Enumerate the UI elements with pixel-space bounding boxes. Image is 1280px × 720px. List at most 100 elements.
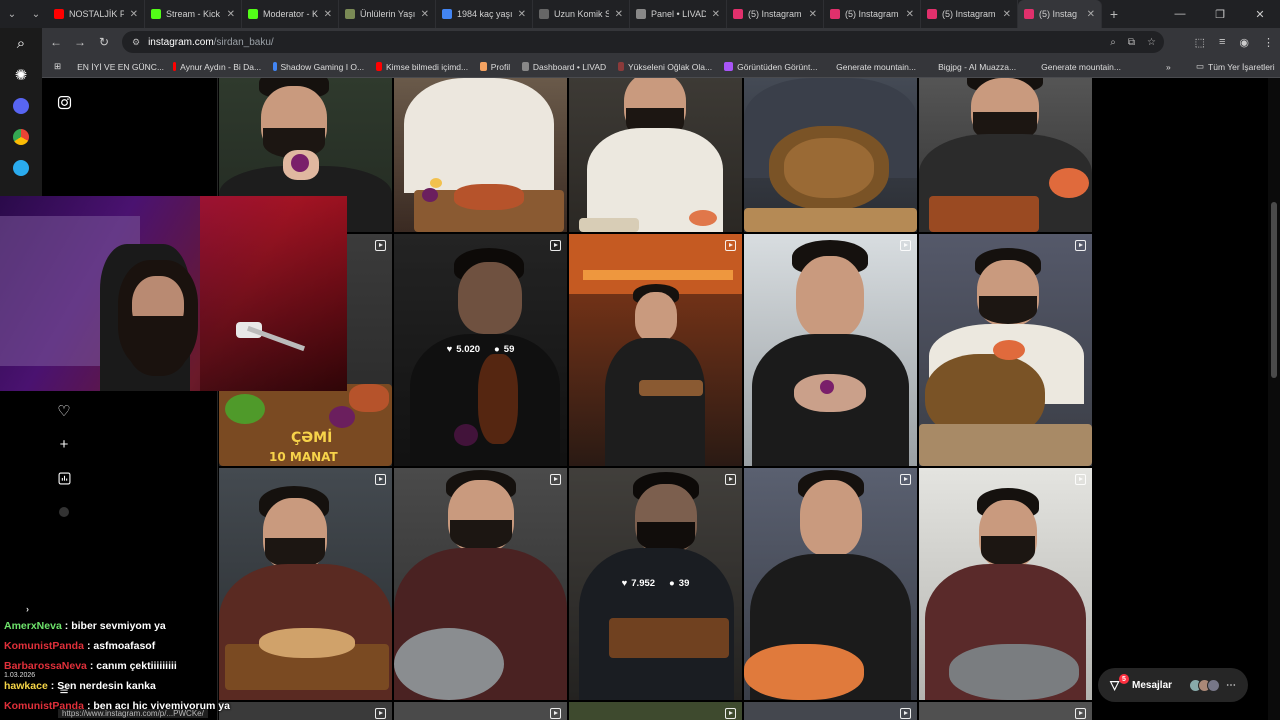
stream-chat: › AmerxNeva: biber sevmiyom ya KomunistPa… [0, 602, 260, 720]
chrome-icon[interactable] [0, 121, 42, 152]
tab-close-icon[interactable]: ✕ [518, 9, 526, 20]
browser-tab[interactable]: Uzun Komik S ✕ [533, 0, 630, 28]
messages-button[interactable]: ▽ 5 Mesajlar ⋯ [1098, 668, 1248, 702]
overlay-cami-text: ÇƏMİ [291, 430, 333, 446]
discord-icon[interactable] [0, 90, 42, 121]
bookmark-item[interactable]: Aynur Aydın - Bi Da... [167, 62, 267, 72]
post-tile[interactable] [919, 234, 1092, 466]
browser-tab[interactable]: Ünlülerin Yaşı ✕ [339, 0, 436, 28]
profile-avatar[interactable]: ◉ [1239, 36, 1249, 49]
reel-icon [375, 474, 386, 485]
telegram-icon[interactable] [0, 152, 42, 183]
tab-close-icon[interactable]: ✕ [130, 9, 138, 20]
reel-icon [550, 474, 561, 485]
tab-overflow-icon[interactable]: ⌄ [24, 0, 48, 28]
bookmark-item[interactable]: Generate mountain... [830, 62, 932, 72]
post-tile-hovered[interactable]: ♥ 7.952 ● 39 [569, 468, 742, 700]
tab-search-icon[interactable]: ⌄ [0, 0, 24, 28]
site-info-icon[interactable]: ⚙ [132, 37, 140, 48]
tab-close-icon[interactable]: ✕ [421, 9, 429, 20]
like-count: 5.020 [456, 344, 481, 355]
instagram-logo-icon[interactable] [54, 92, 74, 112]
bookmark-item[interactable]: EN İYİ VE EN GÜNC... [67, 62, 167, 72]
address-bar[interactable]: ⚙ instagram.com/sirdan_baku/ ⌕ ⧉ ☆ [122, 31, 1164, 53]
maximize-icon[interactable]: ❐ [1200, 0, 1240, 28]
tab-strip: ⌄ ⌄ NOSTALJİK Pl ✕ Stream - Kick ✕ Moderator… [0, 0, 1280, 28]
post-tile[interactable] [919, 468, 1092, 700]
post-tile[interactable] [744, 234, 917, 466]
bookmark-item[interactable]: Bigjpg - AI Muazza... [932, 62, 1035, 72]
browser-tab[interactable]: Panel • LIVAD ✕ [630, 0, 727, 28]
bookmark-item[interactable]: Profil [474, 62, 516, 72]
new-tab-button[interactable]: + [1102, 0, 1126, 28]
bookmark-item[interactable]: Kimse bilmedi içimd... [370, 62, 474, 72]
install-icon[interactable]: ⧉ [1128, 37, 1135, 48]
bookmark-item[interactable]: Shadow Gaming I O... [267, 62, 370, 72]
chat-date: 1.03.2026 [4, 672, 36, 679]
reel-icon [1075, 708, 1086, 719]
tab-title: 1984 kaç yaşın [457, 9, 512, 19]
close-window-icon[interactable]: ✕ [1240, 0, 1280, 28]
bookmark-item[interactable]: Generate mountain... [1035, 62, 1131, 72]
post-tile[interactable] [569, 702, 742, 720]
notifications-heart-icon[interactable]: ♡ [54, 401, 74, 421]
window-controls: — ❐ ✕ [1160, 0, 1280, 28]
browser-tab[interactable]: 1984 kaç yaşın ✕ [436, 0, 533, 28]
post-tile[interactable] [394, 468, 567, 700]
post-tile[interactable] [744, 78, 917, 232]
page-scrollbar[interactable] [1268, 78, 1280, 720]
comment-icon: ● [669, 578, 675, 589]
all-bookmarks-button[interactable]: ▭ Tüm Yer İşaretleri [1190, 61, 1280, 72]
post-tile[interactable] [744, 702, 917, 720]
minimize-icon[interactable]: — [1160, 0, 1200, 28]
tab-close-icon[interactable]: ✕ [1087, 9, 1095, 20]
profile-avatar-icon[interactable] [54, 502, 74, 522]
post-tile[interactable] [919, 702, 1092, 720]
tab-close-icon[interactable]: ✕ [615, 9, 623, 20]
tab-favicon-icon [151, 9, 161, 19]
browser-tab[interactable]: Stream - Kick ✕ [145, 0, 242, 28]
forward-icon[interactable]: → [68, 28, 92, 56]
tab-title: Moderator - K [263, 9, 318, 19]
chat-text: : biber sevmiyom ya [64, 620, 166, 632]
dashboard-icon[interactable] [54, 468, 74, 488]
post-stats: ♥ 7.952 ● 39 [569, 578, 742, 589]
post-tile[interactable] [394, 702, 567, 720]
bookmarks-overflow-button[interactable]: » [1160, 62, 1177, 72]
bookmark-item[interactable]: Yükseleni Oğlak Ola... [612, 62, 718, 72]
tab-close-icon[interactable]: ✕ [906, 9, 914, 20]
zoom-icon[interactable]: ⌕ [1110, 37, 1116, 48]
menu-icon[interactable]: ⋮ [1263, 36, 1274, 49]
tab-close-icon[interactable]: ✕ [324, 9, 332, 20]
reload-icon[interactable]: ↻ [92, 28, 116, 56]
browser-tab[interactable]: (5) Instag ✕ [1018, 0, 1102, 28]
post-tile[interactable] [569, 234, 742, 466]
post-tile[interactable] [394, 78, 567, 232]
chatgpt-icon[interactable]: ✺ [0, 59, 42, 90]
browser-tab[interactable]: (5) Instagram ✕ [921, 0, 1018, 28]
bookmark-item[interactable]: Görüntüden Görünt... [718, 62, 830, 72]
create-plus-icon[interactable]: + [54, 434, 74, 454]
chat-username: hawkace [4, 680, 48, 692]
apps-icon[interactable]: ⊞ [48, 61, 67, 72]
reel-icon [1075, 474, 1086, 485]
post-tile-hovered[interactable]: ♥ 5.020 ● 59 [394, 234, 567, 466]
browser-tab[interactable]: Moderator - K ✕ [242, 0, 339, 28]
post-tile[interactable] [919, 78, 1092, 232]
tab-close-icon[interactable]: ✕ [712, 9, 720, 20]
extensions-icon[interactable]: ⬚ [1195, 36, 1205, 49]
tab-close-icon[interactable]: ✕ [809, 9, 817, 20]
search-icon[interactable]: ⌕ [0, 28, 42, 59]
post-tile[interactable] [744, 468, 917, 700]
chat-username: KomunistPanda [4, 640, 84, 652]
post-tile[interactable] [569, 78, 742, 232]
back-icon[interactable]: ← [44, 28, 68, 56]
bookmark-item[interactable]: Dashboard • LIVAD [516, 62, 612, 72]
browser-tab[interactable]: (5) Instagram ✕ [824, 0, 921, 28]
browser-tab[interactable]: (5) Instagram ✕ [727, 0, 824, 28]
browser-tab[interactable]: NOSTALJİK Pl ✕ [48, 0, 145, 28]
reading-list-icon[interactable]: ≡ [1219, 36, 1225, 48]
tab-close-icon[interactable]: ✕ [227, 9, 235, 20]
tab-close-icon[interactable]: ✕ [1003, 9, 1011, 20]
bookmark-star-icon[interactable]: ☆ [1147, 37, 1156, 48]
